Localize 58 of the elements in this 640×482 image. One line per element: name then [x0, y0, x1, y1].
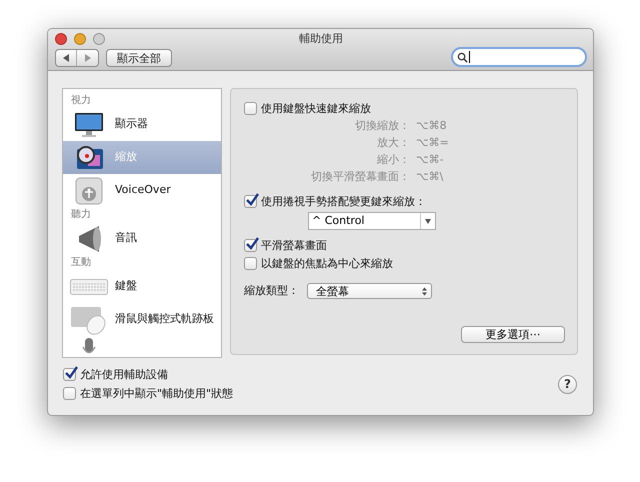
more-options-button[interactable]: 更多選項⋯: [461, 326, 565, 343]
shortcut-label: 縮小：: [376, 153, 411, 167]
window-title: 輔助使用: [298, 31, 344, 47]
shortcut-keys: ⌥⌘\: [416, 170, 577, 184]
checkbox-label: 使用捲視手勢搭配變更鍵來縮放：: [261, 196, 426, 207]
checkbox-label: 在選單列中顯示"輔助使用"狀態: [80, 388, 234, 399]
modifier-combo-box[interactable]: ^ Control: [308, 212, 436, 230]
up-down-arrows-icon: [422, 286, 427, 296]
accessibility-icon: [75, 176, 103, 204]
checkbox-label: 平滑螢幕畫面: [261, 240, 327, 251]
close-button[interactable]: [55, 33, 67, 45]
section-header: 聽力: [70, 208, 92, 222]
category-label: 音訊: [115, 230, 137, 246]
shortcut-label: 切換縮放：: [354, 119, 411, 133]
shortcut-label: 切換平滑螢幕畫面：: [310, 170, 411, 184]
zoom-button[interactable]: [93, 33, 105, 45]
zoom-style-label: 縮放類型：: [244, 283, 299, 299]
combo-value: ^ Control: [311, 213, 366, 229]
shortcut-label: 放大：: [376, 136, 411, 150]
category-item[interactable]: 顯示器: [63, 108, 221, 141]
category-item[interactable]: 音訊: [63, 222, 221, 255]
shortcut-keys: ⌥⌘8: [416, 119, 577, 133]
checkbox[interactable]: [244, 195, 257, 208]
category-item[interactable]: 滑鼠與觸控式軌跡板: [63, 303, 221, 336]
category-item[interactable]: VoiceOver: [63, 174, 221, 207]
right-triangle-icon: [84, 54, 92, 62]
left-triangle-icon: [62, 54, 70, 62]
text-cursor: [469, 51, 470, 63]
shortcut-keys: ⌥⌘-: [416, 153, 577, 167]
keyboard-icon: [70, 278, 108, 294]
checkbox-label: 使用鍵盤快速鍵來縮放: [261, 103, 371, 114]
checkbox-label: 允許使用輔助設備: [80, 369, 168, 380]
checkbox-label: 以鍵盤的焦點為中心來縮放: [261, 258, 393, 269]
checkbox[interactable]: [63, 387, 76, 400]
section-header: 視力: [70, 94, 92, 108]
category-label: 滑鼠與觸控式軌跡板: [115, 311, 214, 328]
search-field[interactable]: [451, 47, 587, 67]
section-header: 互動: [70, 256, 92, 270]
monitor-icon: [74, 112, 104, 138]
checkbox[interactable]: [63, 368, 76, 381]
category-label: 顯示器: [115, 116, 148, 132]
popup-value: 全螢幕: [316, 286, 350, 297]
category-item[interactable]: 鍵盤: [63, 270, 221, 303]
show-all-button[interactable]: 顯示全部: [106, 49, 172, 67]
category-label: 鍵盤: [115, 278, 137, 294]
down-triangle-icon: [425, 218, 431, 224]
checkbox[interactable]: [244, 239, 257, 252]
checkbox[interactable]: [244, 102, 257, 115]
mouse-trackpad-icon: [70, 304, 108, 334]
help-button[interactable]: ?: [558, 374, 577, 394]
search-icon: [457, 52, 468, 62]
minimize-button[interactable]: [74, 33, 86, 45]
category-label: 縮放: [115, 149, 137, 166]
category-label: VoiceOver: [115, 182, 171, 198]
magnifier-icon: [74, 144, 104, 172]
shortcut-keys: ⌥⌘=: [416, 136, 577, 150]
zoom-style-popup[interactable]: 全螢幕: [307, 283, 432, 300]
checkbox[interactable]: [244, 257, 257, 270]
